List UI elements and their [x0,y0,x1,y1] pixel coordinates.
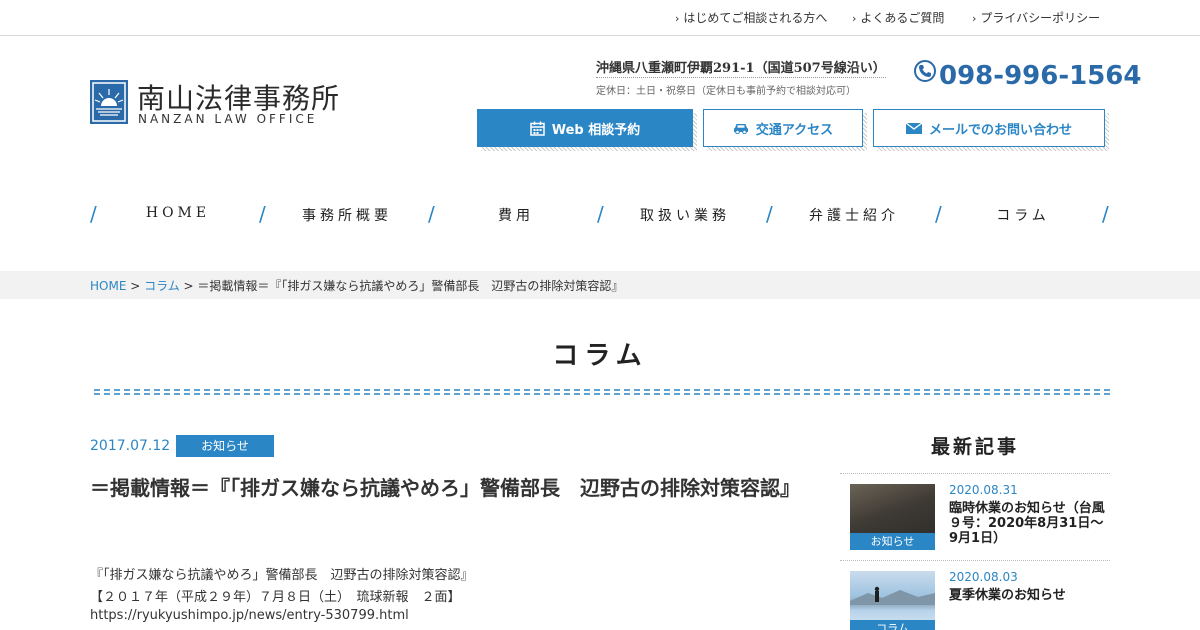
nav-divider: / [259,202,266,226]
chevron-right-icon: › [675,12,680,25]
sidebar-divider [840,560,1110,561]
car-icon [733,124,748,134]
nav-item-lawyers[interactable]: 弁護士紹介 [784,205,924,225]
mail-icon [905,122,922,134]
web-reservation-face: Web 相談予約 [477,109,693,147]
breadcrumb-current: ＝掲載情報＝『「排ガス嫌なら抗議やめろ」警備部長 辺野古の排除対策容認』 [197,279,624,293]
sidebar-divider [840,473,1110,474]
article-date: 2017.07.12 [90,438,171,454]
access-face: 交通アクセス [703,109,863,147]
phone-number[interactable]: 098-996-1564 [914,60,1142,91]
post-thumbnail[interactable]: コラム [850,571,935,630]
breadcrumb-home[interactable]: HOME [90,279,126,293]
breadcrumb-bar: HOME > コラム > ＝掲載情報＝『「排ガス嫌なら抗議やめろ」警備部長 辺野… [0,271,1200,299]
breadcrumb: HOME > コラム > ＝掲載情報＝『「排ガス嫌なら抗議やめろ」警備部長 辺野… [90,277,623,294]
access-label: 交通アクセス [755,122,834,138]
address-divider [596,77,886,78]
nav-divider: / [766,202,773,226]
main-nav: / HOME / 事務所概要 / 費用 / 取扱い業務 / 弁護士紹介 / コラ… [90,200,1110,228]
logo-jp-name: 南山法律事務所 [137,82,341,115]
chevron-right-icon: › [972,12,977,25]
office-hours: 定休日：土日・祝祭日（定休日も事前予約で相談対応可） [596,86,856,97]
nav-item-home[interactable]: HOME [108,205,248,221]
breadcrumb-separator: > [179,279,198,293]
privacy-link[interactable]: › プライバシーポリシー [972,9,1100,26]
page-title: コラム [552,341,648,371]
nav-divider: / [1102,202,1109,226]
web-reservation-label: Web 相談予約 [551,122,641,138]
breadcrumb-separator: > [126,279,145,293]
mail-inquiry-face: メールでのお問い合わせ [873,109,1105,147]
mail-inquiry-button[interactable]: メールでのお問い合わせ [873,109,1109,151]
nav-divider: / [935,202,942,226]
top-utility-bar: › はじめてご相談される方へ › よくあるご質問 › プライバシーポリシー [0,0,1200,36]
post-date: 2020.08.31 [949,483,1018,497]
post-title[interactable]: 臨時休業のお知らせ（台風９号：2020年8月31日～9月1日） [949,501,1109,546]
post-title[interactable]: 夏季休業のお知らせ [949,588,1109,603]
post-category-label: コラム [850,620,935,630]
nav-item-services[interactable]: 取扱い業務 [615,205,755,225]
faq-label: よくあるご質問 [860,11,945,25]
nav-item-office[interactable]: 事務所概要 [277,205,417,225]
post-date: 2020.08.03 [949,570,1018,584]
calendar-icon [529,121,545,136]
phone-number-text: 098-996-1564 [939,61,1142,91]
article-title: ＝掲載情報＝『「排ガス嫌なら抗議やめろ」警備部長 辺野古の排除対策容認』 [90,476,800,500]
nav-divider: / [597,202,604,226]
mail-inquiry-label: メールでのお問い合わせ [928,122,1072,138]
first-time-label: はじめてご相談される方へ [683,11,828,25]
title-dashed-divider [94,389,1110,395]
first-time-link[interactable]: › はじめてご相談される方へ [675,9,827,26]
office-address: 沖縄県八重瀬町伊覇291-1（国道507号線沿い） [596,61,886,76]
post-thumbnail[interactable]: お知らせ [850,484,935,550]
faq-link[interactable]: › よくあるご質問 [852,9,944,26]
access-button[interactable]: 交通アクセス [703,109,867,151]
article-body-line: 【２０１７年（平成２９年）７月８日（土） 琉球新報 ２面】 [90,590,461,605]
nav-divider: / [90,202,97,226]
chevron-right-icon: › [852,12,857,25]
nav-divider: / [428,202,435,226]
logo-en-name: NANZAN LAW OFFICE [138,112,318,126]
article-source-link[interactable]: https://ryukyushimpo.jp/news/entry-53079… [90,608,409,623]
article-body-line: 『「排ガス嫌なら抗議やめろ」警備部長 辺野古の排除対策容認』 [90,568,474,583]
category-badge[interactable]: お知らせ [176,435,274,457]
nav-item-fees[interactable]: 費用 [446,205,586,225]
nav-item-column[interactable]: コラム [953,205,1093,225]
sidebar-title: 最新記事 [930,436,1019,458]
breadcrumb-column[interactable]: コラム [144,279,180,293]
sunrise-logo-icon [90,80,128,124]
web-reservation-button[interactable]: Web 相談予約 [477,109,697,151]
privacy-label: プライバシーポリシー [980,11,1101,25]
phone-icon [914,60,936,82]
post-category-label: お知らせ [850,533,935,550]
